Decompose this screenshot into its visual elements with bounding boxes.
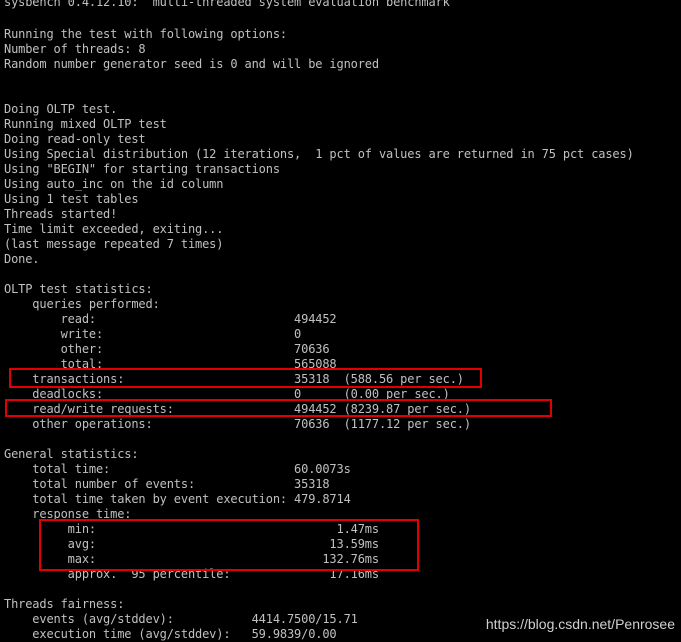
terminal-line: total time: 60.0073s [4,462,351,476]
terminal-line: max: 132.76ms [4,552,379,566]
terminal-line: sysbench 0.4.12.10: multi-threaded syste… [4,0,450,9]
terminal-output: sysbench 0.4.12.10: multi-threaded syste… [0,0,681,642]
terminal-line: Doing read-only test [4,132,146,146]
terminal-line: Doing OLTP test. [4,102,118,116]
terminal-line: read: 494452 [4,312,337,326]
terminal-line: Running the test with following options: [4,27,287,41]
terminal-line: other operations: 70636 (1177.12 per sec… [4,417,471,431]
terminal-line: Threads started! [4,207,118,221]
terminal-line: OLTP test statistics: [4,282,153,296]
terminal-line: avg: 13.59ms [4,537,379,551]
terminal-line: read/write requests: 494452 (8239.87 per… [4,402,471,416]
terminal-line: events (avg/stddev): 4414.7500/15.71 [4,612,358,626]
terminal-line: Using auto_inc on the id column [4,177,224,191]
terminal-line: Number of threads: 8 [4,42,146,56]
terminal-line: total time taken by event execution: 479… [4,492,351,506]
terminal-line: total: 565088 [4,357,337,371]
terminal-line: Threads fairness: [4,597,125,611]
terminal-line: Running mixed OLTP test [4,117,167,131]
terminal-line: Using "BEGIN" for starting transactions [4,162,280,176]
terminal-line: write: 0 [4,327,302,341]
terminal-line: queries performed: [4,297,160,311]
terminal-line: General statistics: [4,447,139,461]
terminal-line: Done. [4,252,40,266]
terminal-line: Using 1 test tables [4,192,139,206]
terminal-line: Using Special distribution (12 iteration… [4,147,634,161]
terminal-line: execution time (avg/stddev): 59.9839/0.0… [4,627,337,641]
terminal-line: other: 70636 [4,342,330,356]
terminal-line: deadlocks: 0 (0.00 per sec.) [4,387,450,401]
terminal-line: total number of events: 35318 [4,477,330,491]
terminal-line: Time limit exceeded, exiting... [4,222,224,236]
terminal-line: min: 1.47ms [4,522,379,536]
terminal-line: (last message repeated 7 times) [4,237,224,251]
watermark: https://blog.csdn.net/Penrosee [485,616,675,632]
terminal-line: Random number generator seed is 0 and wi… [4,57,379,71]
terminal-line: response time: [4,507,132,521]
terminal-line: approx. 95 percentile: 17.16ms [4,567,379,581]
terminal-line: transactions: 35318 (588.56 per sec.) [4,372,464,386]
